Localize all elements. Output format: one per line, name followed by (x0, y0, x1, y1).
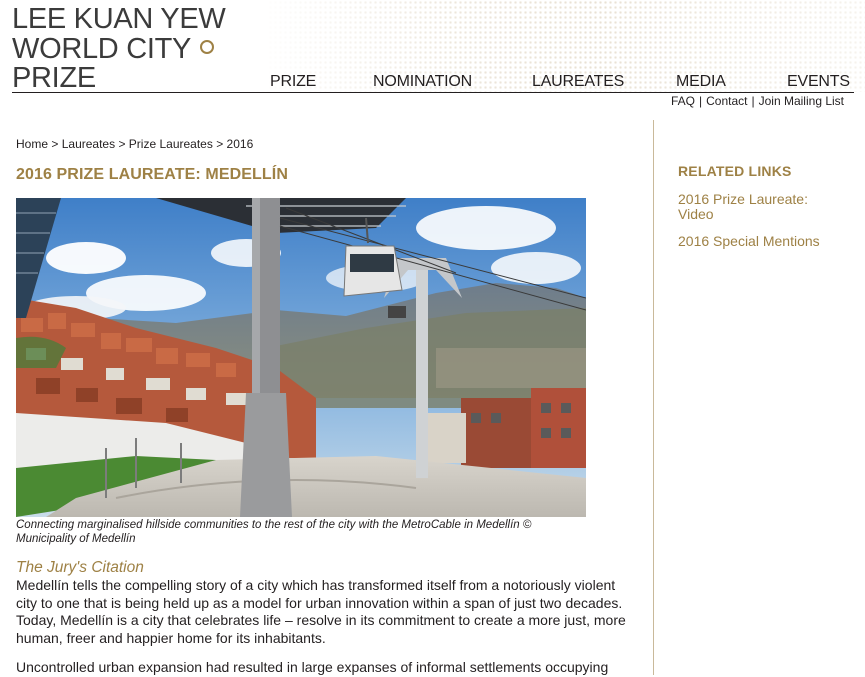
logo-line-1: LEE KUAN YEW (12, 3, 226, 35)
breadcrumb-prize-laureates[interactable]: Prize Laureates (129, 137, 213, 151)
logo-circle-icon (200, 39, 215, 54)
nav-item-events[interactable]: EVENTS (787, 73, 850, 91)
logo-line-2: WORLD CITY (12, 34, 225, 65)
nav-item-laureates[interactable]: LAUREATES (532, 73, 624, 91)
contact-link[interactable]: Contact (706, 94, 747, 108)
page-title: 2016 PRIZE LAUREATE: MEDELLÍN (16, 166, 288, 183)
sidebar-divider (653, 120, 654, 675)
photo-caption: Connecting marginalised hillside communi… (16, 519, 532, 545)
utility-links: FAQ | Contact | Join Mailing List (671, 94, 844, 108)
nav-item-media[interactable]: MEDIA (676, 73, 726, 91)
mailing-list-link[interactable]: Join Mailing List (759, 94, 844, 108)
citation-heading: The Jury's Citation (16, 559, 144, 576)
breadcrumb: Home > Laureates > Prize Laureates > 201… (16, 137, 254, 151)
site-header: LEE KUAN YEW WORLD CITY PRIZE PRIZE NOMI… (0, 0, 865, 120)
breadcrumb-current: 2016 (226, 137, 254, 151)
related-link-video[interactable]: 2016 Prize Laureate: Video (678, 192, 828, 222)
related-links-heading: RELATED LINKS (678, 163, 792, 179)
related-link-special-mentions[interactable]: 2016 Special Mentions (678, 234, 828, 249)
citation-paragraph-2: Uncontrolled urban expansion had resulte… (16, 659, 609, 675)
breadcrumb-laureates[interactable]: Laureates (62, 137, 115, 151)
breadcrumb-home[interactable]: Home (16, 137, 48, 151)
nav-item-nomination[interactable]: NOMINATION (373, 73, 472, 91)
main-navigation: PRIZE NOMINATION LAUREATES MEDIA EVENTS (0, 73, 865, 93)
citation-paragraph-1: Medellín tells the compelling story of a… (16, 577, 626, 646)
faq-link[interactable]: FAQ (671, 94, 695, 108)
medellin-metrocable-photo (16, 198, 586, 517)
header-divider (12, 92, 854, 93)
nav-item-prize[interactable]: PRIZE (270, 73, 316, 91)
